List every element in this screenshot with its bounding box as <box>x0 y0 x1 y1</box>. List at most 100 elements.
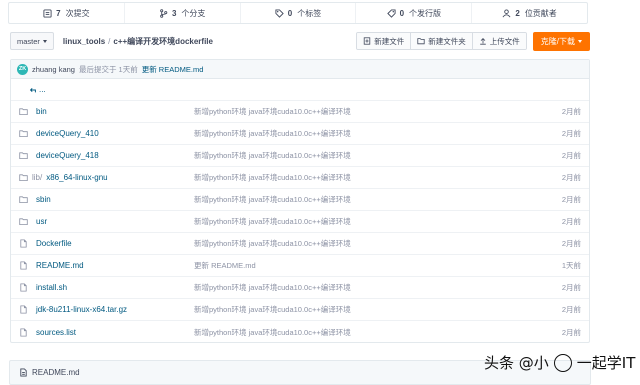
file-name: Dockerfile <box>36 239 72 248</box>
file-commit-message[interactable]: 新增python环境 java环境cuda10.0c++编译环境 <box>194 194 351 205</box>
file-name-link[interactable]: lib/x86_64-linux-gnu <box>19 173 108 182</box>
file-name-link[interactable]: Dockerfile <box>19 239 72 248</box>
file-action-group: 新建文件 新建文件夹 上传文件 <box>356 32 527 50</box>
new-folder-button[interactable]: 新建文件夹 <box>411 33 473 49</box>
readme-title: README.md <box>32 368 80 377</box>
file-commit-message[interactable]: 新增python环境 java环境cuda10.0c++编译环境 <box>194 327 351 338</box>
file-name-link[interactable]: deviceQuery_418 <box>19 151 99 160</box>
watermark-left: 头条 @小 <box>484 354 549 372</box>
chevron-down-icon <box>42 39 47 43</box>
file-name-link[interactable]: usr <box>19 217 47 226</box>
watermark-circle <box>553 353 572 372</box>
file-commit-message[interactable]: 新增python环境 java环境cuda10.0c++编译环境 <box>194 128 351 139</box>
clone-label: 克隆/下载 <box>540 36 575 46</box>
file-icon <box>20 283 27 292</box>
table-row[interactable]: README.md 更新 README.md 1天前 <box>11 255 589 277</box>
stat-contributors[interactable]: 2 位贡献者 <box>472 3 587 23</box>
release-icon <box>386 8 396 18</box>
file-name-link[interactable]: deviceQuery_410 <box>19 129 99 138</box>
stat-label: 个分支 <box>181 8 206 18</box>
table-row[interactable]: Dockerfile 新增python环境 java环境cuda10.0c++编译… <box>11 233 589 255</box>
file-name: x86_64-linux-gnu <box>46 173 108 182</box>
stat-label: 个标签 <box>297 8 322 18</box>
file-name: sbin <box>36 195 51 204</box>
file-commit-age: 2月前 <box>561 217 581 226</box>
table-row[interactable]: deviceQuery_410 新增python环境 java环境cuda10.0… <box>11 123 589 145</box>
watermark-right: 一起学IT <box>576 354 636 372</box>
file-commit-age: 2月前 <box>561 173 581 182</box>
stat-count: 0 <box>399 8 405 18</box>
commit-message[interactable]: 更新 README.md <box>142 64 204 75</box>
upload-icon <box>479 38 486 45</box>
commit-meta: 最后提交于 1天前 <box>78 64 138 74</box>
file-commit-age: 2月前 <box>561 305 581 314</box>
breadcrumb-repo[interactable]: linux_tools <box>63 37 105 46</box>
branch-selector[interactable]: master <box>10 32 54 50</box>
stat-count: 0 <box>287 8 293 18</box>
table-row[interactable]: sbin 新增python环境 java环境cuda10.0c++编译环境 2月前 <box>11 189 589 211</box>
file-name-link[interactable]: jdk-8u211-linux-x64.tar.gz <box>19 305 127 314</box>
tag-icon <box>275 8 284 18</box>
clone-download-button[interactable]: 克隆/下载 <box>532 31 590 51</box>
file-path-prefix: lib/ <box>32 173 43 182</box>
stat-branches[interactable]: 3 个分支 <box>125 3 241 23</box>
file-commit-message[interactable]: 新增python环境 java环境cuda10.0c++编译环境 <box>194 106 351 117</box>
file-commit-message[interactable]: 新增python环境 java环境cuda10.0c++编译环境 <box>194 172 351 183</box>
file-commit-age: 2月前 <box>561 327 581 337</box>
new-file-icon <box>364 37 371 45</box>
table-row[interactable]: deviceQuery_418 新增python环境 java环境cuda10.0… <box>11 145 589 167</box>
avatar[interactable]: ZK <box>17 63 28 75</box>
file-commit-message[interactable]: 新增python环境 java环境cuda10.0c++编译环境 <box>194 304 351 315</box>
file-commit-message[interactable]: 新增python环境 java环境cuda10.0c++编译环境 <box>194 238 351 249</box>
new-folder-icon <box>417 38 425 45</box>
file-commit-message[interactable]: 新增python环境 java环境cuda10.0c++编译环境 <box>194 150 351 161</box>
file-commit-age: 2月前 <box>561 283 581 292</box>
file-icon <box>20 368 27 377</box>
table-row[interactable]: sources.list 新增python环境 java环境cuda10.0c++… <box>11 321 589 343</box>
folder-icon <box>19 130 28 138</box>
stat-tags[interactable]: 0 个标签 <box>241 3 357 23</box>
parent-dir-link[interactable]: ... <box>29 85 46 94</box>
upload-label: 上传文件 <box>489 36 520 46</box>
commit-author[interactable]: zhuang kang <box>32 65 75 74</box>
folder-icon <box>19 174 28 182</box>
watermark: 头条 @小 一起学IT <box>484 352 635 373</box>
new-folder-label: 新建文件夹 <box>428 36 466 46</box>
file-commit-message[interactable]: 更新 README.md <box>194 260 256 271</box>
contributors-icon <box>502 8 511 17</box>
file-name-link[interactable]: bin <box>19 107 47 116</box>
new-file-label: 新建文件 <box>374 36 405 46</box>
repo-toolbar: master linux_tools / c++编译开发环境dockerfile… <box>10 31 590 51</box>
file-commit-age: 2月前 <box>561 129 581 138</box>
table-row[interactable]: usr 新增python环境 java环境cuda10.0c++编译环境 2月前 <box>11 211 589 233</box>
repo-stats-bar: 7 次提交 3 个分支 0 个标签 0 个发行版 2 位贡献者 <box>8 2 588 24</box>
file-commit-message[interactable]: 新增python环境 java环境cuda10.0c++编译环境 <box>194 216 351 227</box>
commit-icon <box>43 8 52 18</box>
table-row[interactable]: lib/x86_64-linux-gnu 新增python环境 java环境cud… <box>11 167 589 189</box>
file-commit-age: 2月前 <box>561 107 581 116</box>
file-name: deviceQuery_418 <box>36 151 99 160</box>
file-name-link[interactable]: sources.list <box>19 328 76 337</box>
stat-commits[interactable]: 7 次提交 <box>9 3 125 23</box>
chevron-down-icon <box>578 39 582 43</box>
latest-commit-bar: ZK zhuang kang 最后提交于 1天前 更新 README.md <box>11 60 589 79</box>
table-row[interactable]: install.sh 新增python环境 java环境cuda10.0c++编译… <box>11 277 589 299</box>
parent-dir-row[interactable]: ... <box>11 79 589 101</box>
file-name-link[interactable]: sbin <box>19 195 51 204</box>
table-row[interactable]: jdk-8u211-linux-x64.tar.gz 新增python环境 jav… <box>11 299 589 321</box>
file-name-link[interactable]: README.md <box>19 261 84 270</box>
stat-releases[interactable]: 0 个发行版 <box>356 3 473 23</box>
folder-icon <box>19 152 28 160</box>
branch-name: master <box>17 36 40 46</box>
stat-label: 位贡献者 <box>524 8 557 18</box>
file-commit-age: 2月前 <box>561 151 581 160</box>
file-name: bin <box>36 107 47 116</box>
upload-file-button[interactable]: 上传文件 <box>472 33 526 49</box>
file-name-link[interactable]: install.sh <box>19 283 67 292</box>
file-icon <box>20 305 27 314</box>
file-commit-age: 2月前 <box>561 239 581 248</box>
table-row[interactable]: bin 新增python环境 java环境cuda10.0c++编译环境 2月前 <box>11 101 589 123</box>
stat-count: 7 <box>56 8 61 18</box>
file-commit-message[interactable]: 新增python环境 java环境cuda10.0c++编译环境 <box>194 282 351 293</box>
new-file-button[interactable]: 新建文件 <box>357 33 412 49</box>
